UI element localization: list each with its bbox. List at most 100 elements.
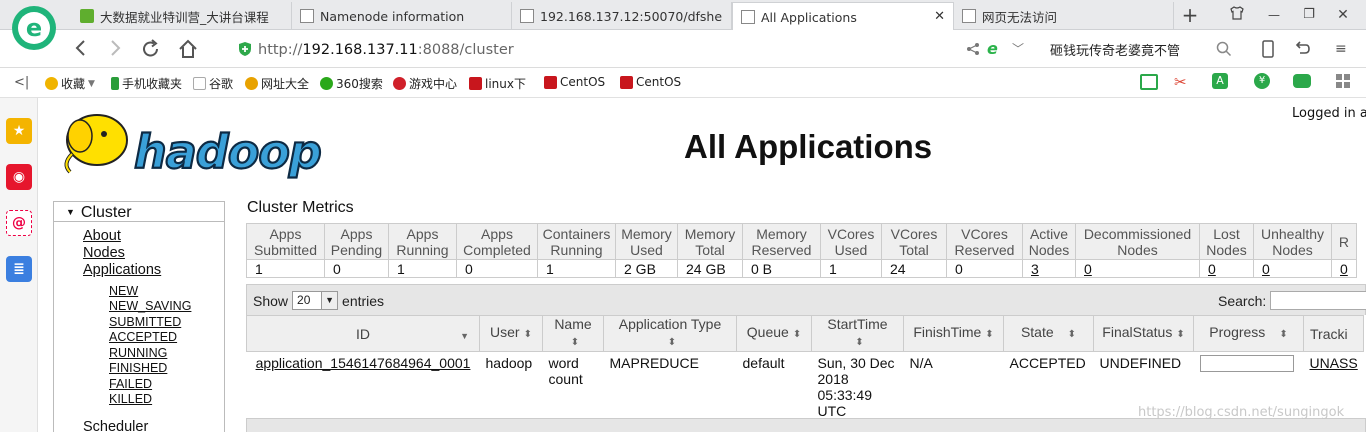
- metric-value[interactable]: 0: [1253, 259, 1332, 278]
- nav-cluster-header[interactable]: ▼ Cluster: [54, 201, 224, 222]
- tab-page-unreachable[interactable]: 网页无法访问: [954, 2, 1174, 30]
- notes-icon[interactable]: ≣: [6, 256, 32, 282]
- security-shield-icon[interactable]: [238, 41, 252, 60]
- reader-icon[interactable]: [1140, 74, 1158, 90]
- metric-value[interactable]: 0: [1331, 259, 1357, 278]
- nav-state-new-saving-link[interactable]: NEW_SAVING: [109, 299, 191, 313]
- nav-applications-link[interactable]: Applications: [83, 262, 161, 278]
- nav-state-running-link[interactable]: RUNNING: [109, 346, 167, 360]
- page-title: All Applications: [684, 128, 933, 165]
- tab-namenode[interactable]: Namenode information: [292, 2, 512, 30]
- search-icon[interactable]: [1216, 41, 1232, 60]
- metric-value-link[interactable]: 3: [1031, 261, 1039, 277]
- entries-select[interactable]: 20 ▼: [292, 291, 339, 310]
- nav-state-killed-link[interactable]: KILLED: [109, 392, 152, 406]
- col-application-type[interactable]: Application Type ⬍: [603, 315, 737, 352]
- nav-state-finished-link[interactable]: FINISHED: [109, 361, 167, 375]
- undo-icon[interactable]: [1293, 40, 1311, 61]
- back-icon[interactable]: [74, 38, 88, 61]
- search-box[interactable]: 砸钱玩传奇老婆竟不管: [1040, 37, 1240, 61]
- bookmark-favorites[interactable]: 收藏 ▼: [45, 75, 95, 92]
- metric-value: 0: [456, 259, 538, 278]
- nav-state-submitted-link[interactable]: SUBMITTED: [109, 315, 181, 329]
- col-id[interactable]: ID ▼: [246, 315, 480, 352]
- metric-value[interactable]: 3: [1022, 259, 1076, 278]
- col-name[interactable]: Name ⬍: [542, 315, 604, 352]
- nav-state-new-link[interactable]: NEW: [109, 284, 138, 298]
- col-user[interactable]: User ⬍: [479, 315, 543, 352]
- col-finalstatus[interactable]: FinalStatus ⬍: [1093, 315, 1194, 352]
- tab-course[interactable]: 大数据就业特训营_大讲台课程: [72, 2, 292, 30]
- col-state[interactable]: State ⬍: [1003, 315, 1094, 352]
- application-id-link[interactable]: application_1546147684964_0001: [256, 355, 471, 371]
- money-icon[interactable]: ¥: [1254, 73, 1270, 89]
- minimize-button[interactable]: —: [1264, 8, 1284, 22]
- shirt-skin-icon[interactable]: [1227, 5, 1247, 25]
- col-finishtime[interactable]: FinishTime ⬍: [903, 315, 1004, 352]
- bookmark-bar: <| 收藏 ▼ 手机收藏夹 谷歌 网址大全 360搜索 游戏中心 linux下 C…: [0, 68, 1366, 98]
- scissors-icon[interactable]: ✂: [1174, 73, 1187, 91]
- logged-in-label: Logged in a: [1292, 106, 1366, 121]
- sort-icon: ⬍: [855, 337, 864, 348]
- maximize-button[interactable]: ❐: [1299, 7, 1319, 22]
- col-label: Application Type: [618, 316, 722, 332]
- sort-icon: ⬍: [985, 329, 994, 340]
- apps-grid-icon[interactable]: [1336, 74, 1350, 91]
- bookmark-centos-2[interactable]: CentOS: [620, 75, 681, 89]
- bookmark-mobile[interactable]: 手机收藏夹: [111, 75, 182, 92]
- gamepad-icon[interactable]: [1293, 74, 1311, 88]
- bookmark-linux[interactable]: linux下: [469, 75, 526, 92]
- bookmark-centos-1[interactable]: CentOS: [544, 75, 605, 89]
- metric-header: Decommissioned Nodes: [1075, 223, 1200, 260]
- page-favicon-icon: [520, 9, 534, 23]
- new-tab-button[interactable]: +: [1180, 3, 1200, 27]
- metric-value[interactable]: 0: [1199, 259, 1254, 278]
- nav-state-failed-link[interactable]: FAILED: [109, 377, 152, 391]
- favorites-star-icon[interactable]: ★: [6, 118, 32, 144]
- nav-scheduler-link[interactable]: Scheduler: [83, 419, 148, 432]
- browser-logo-icon[interactable]: e: [10, 4, 58, 52]
- bookmark-google[interactable]: 谷歌: [193, 75, 233, 92]
- metric-header: VCores Total: [881, 223, 947, 260]
- mobile-icon[interactable]: [1262, 40, 1274, 61]
- bookmark-game-center[interactable]: 游戏中心: [393, 75, 457, 92]
- hadoop-logo[interactable]: hadoop: [52, 106, 352, 189]
- col-tracking[interactable]: Tracki: [1302, 315, 1365, 352]
- close-tab-icon[interactable]: ✕: [934, 9, 945, 24]
- bookmark-360-search[interactable]: 360搜索: [320, 75, 383, 92]
- col-queue[interactable]: Queue ⬍: [736, 315, 812, 352]
- home-icon[interactable]: [177, 38, 199, 63]
- sidebar-toggle-icon[interactable]: <|: [14, 75, 29, 90]
- close-window-button[interactable]: ✕: [1333, 7, 1353, 23]
- chevron-down-icon[interactable]: ﹀: [1012, 40, 1024, 57]
- mail-icon[interactable]: @: [6, 210, 32, 236]
- tab-dfshealth[interactable]: 192.168.137.12:50070/dfshe: [512, 2, 732, 30]
- menu-icon[interactable]: ≡: [1335, 41, 1347, 57]
- refresh-icon[interactable]: [140, 38, 162, 63]
- url-field[interactable]: http://192.168.137.11:8088/cluster: [258, 39, 514, 61]
- nav-nodes-link[interactable]: Nodes: [83, 245, 125, 261]
- col-starttime[interactable]: StartTime ⬍: [811, 315, 904, 352]
- metric-value-link[interactable]: 0: [1262, 261, 1270, 277]
- table-search-input[interactable]: [1270, 291, 1366, 310]
- metric-value-link[interactable]: 0: [1340, 261, 1348, 277]
- metric-header-line: Used: [630, 241, 663, 258]
- metric-header: Lost Nodes: [1199, 223, 1254, 260]
- nav-about-link[interactable]: About: [83, 228, 121, 244]
- nav-state-accepted-link[interactable]: ACCEPTED: [109, 330, 177, 344]
- cluster-metrics-title: Cluster Metrics: [247, 199, 354, 216]
- metric-value-link[interactable]: 0: [1084, 261, 1092, 277]
- metric-value-link[interactable]: 0: [1208, 261, 1216, 277]
- col-progress[interactable]: Progress ⬍: [1193, 315, 1304, 352]
- weibo-icon[interactable]: ◉: [6, 164, 32, 190]
- tracking-link[interactable]: UNASS: [1310, 355, 1358, 371]
- bookmark-directory[interactable]: 网址大全: [245, 75, 309, 92]
- share-icon[interactable]: [966, 42, 980, 59]
- tab-all-applications[interactable]: All Applications ✕: [732, 2, 954, 31]
- forward-icon[interactable]: [108, 38, 122, 61]
- metric-value[interactable]: 0: [1075, 259, 1200, 278]
- metric-header: Apps Pending: [324, 223, 389, 260]
- search-360-icon: [320, 77, 333, 90]
- browser-mode-icon[interactable]: e: [987, 39, 998, 58]
- translate-icon[interactable]: A: [1212, 73, 1228, 89]
